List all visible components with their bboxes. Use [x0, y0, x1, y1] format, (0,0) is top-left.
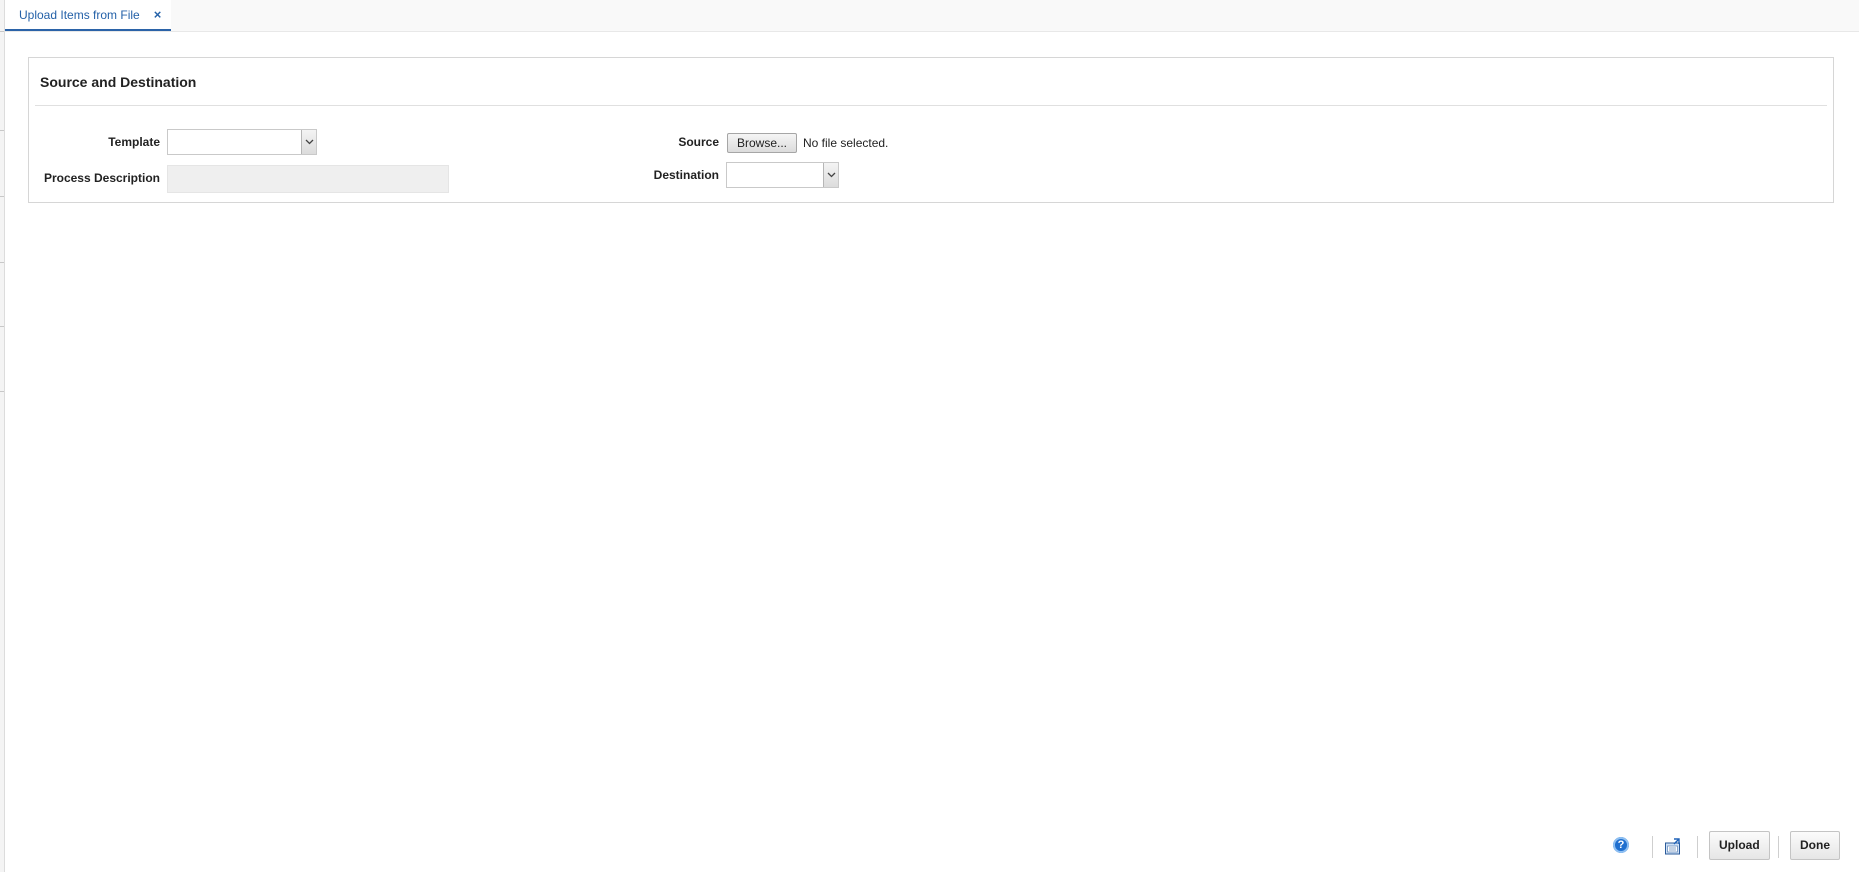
rail-divider — [0, 130, 4, 131]
export-icon[interactable] — [1664, 838, 1682, 856]
rail-divider — [0, 196, 4, 197]
footer-separator — [1652, 836, 1653, 858]
tab-bar: Upload Items from File × — [5, 0, 1859, 32]
rail-divider — [0, 326, 4, 327]
panel-divider — [35, 105, 1827, 106]
tab-label[interactable]: Upload Items from File — [19, 8, 140, 22]
footer-separator — [1697, 836, 1698, 858]
tab-upload-items[interactable]: Upload Items from File × — [5, 0, 172, 31]
rail-divider — [0, 31, 4, 32]
process-description-field — [167, 165, 449, 193]
rail-divider — [0, 262, 4, 263]
panel-title: Source and Destination — [40, 74, 197, 90]
template-label: Template — [108, 135, 160, 149]
footer-separator — [1778, 836, 1779, 858]
destination-select[interactable] — [726, 162, 839, 188]
rail-divider — [0, 391, 4, 392]
upload-button[interactable]: Upload — [1709, 831, 1770, 860]
process-description-label: Process Description — [43, 171, 160, 185]
browse-button[interactable]: Browse... — [727, 133, 798, 153]
destination-label: Destination — [653, 168, 719, 182]
template-select[interactable] — [167, 129, 317, 155]
help-icon[interactable]: ? — [1613, 837, 1629, 853]
close-icon[interactable]: × — [154, 7, 162, 22]
source-label: Source — [678, 135, 719, 149]
chevron-down-icon[interactable] — [301, 130, 316, 154]
done-button[interactable]: Done — [1790, 831, 1840, 860]
chevron-down-icon[interactable] — [823, 163, 838, 187]
left-rail — [0, 0, 5, 872]
file-status: No file selected. — [803, 136, 889, 150]
